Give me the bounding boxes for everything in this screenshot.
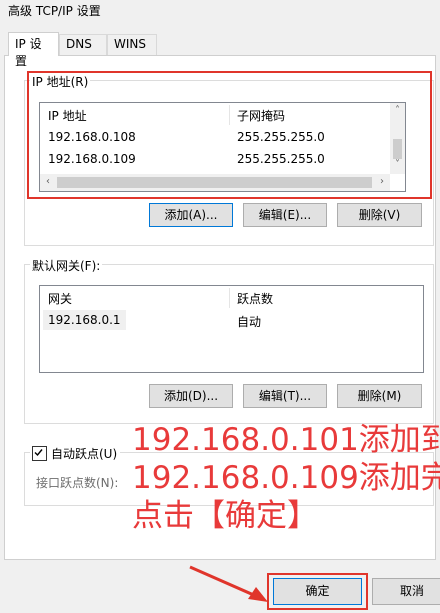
column-divider bbox=[229, 288, 230, 308]
automatic-metric-checkbox[interactable] bbox=[32, 446, 47, 461]
tab-dns[interactable]: DNS bbox=[59, 34, 107, 56]
add-ip-button[interactable]: 添加(A)... bbox=[149, 203, 233, 227]
column-header-metric[interactable]: 跃点数 bbox=[237, 290, 273, 307]
annotation-line-2: 192.168.0.109添加完 bbox=[132, 460, 440, 496]
delete-ip-button[interactable]: 删除(V) bbox=[337, 203, 422, 227]
add-gateway-button[interactable]: 添加(D)... bbox=[149, 384, 233, 408]
column-header-gateway[interactable]: 网关 bbox=[48, 290, 72, 307]
annotation-arrow bbox=[189, 565, 268, 602]
gateway-row-1-address[interactable]: 192.168.0.1 bbox=[43, 310, 126, 330]
window-title: 高级 TCP/IP 设置 bbox=[8, 4, 101, 18]
automatic-metric-checkbox-row[interactable]: 自动跃点(U) bbox=[30, 445, 121, 462]
interface-metric-label: 接口跃点数(N): bbox=[36, 476, 119, 490]
gateway-list[interactable]: 网关 跃点数 192.168.0.1 自动 bbox=[39, 285, 424, 373]
gateway-legend: 默认网关(F): bbox=[30, 257, 103, 274]
tab-ip-settings[interactable]: IP 设置 bbox=[8, 32, 59, 68]
edit-ip-button[interactable]: 编辑(E)... bbox=[243, 203, 327, 227]
cancel-button[interactable]: 取消 bbox=[372, 578, 440, 605]
tab-wins[interactable]: WINS bbox=[107, 34, 157, 56]
automatic-metric-label: 自动跃点(U) bbox=[51, 447, 118, 461]
checkmark-icon bbox=[34, 449, 43, 457]
edit-gateway-button[interactable]: 编辑(T)... bbox=[243, 384, 327, 408]
highlight-box-ok bbox=[267, 573, 368, 610]
highlight-box-ip bbox=[27, 71, 432, 199]
gateway-row-1-metric[interactable]: 自动 bbox=[237, 313, 261, 330]
delete-gateway-button[interactable]: 删除(M) bbox=[337, 384, 422, 408]
tab-bar: IP 设置 DNS WINS bbox=[0, 32, 440, 68]
annotation-line-1: 192.168.0.101添加到 bbox=[132, 422, 440, 458]
annotation-line-3: 点击【确定】 bbox=[132, 498, 318, 534]
